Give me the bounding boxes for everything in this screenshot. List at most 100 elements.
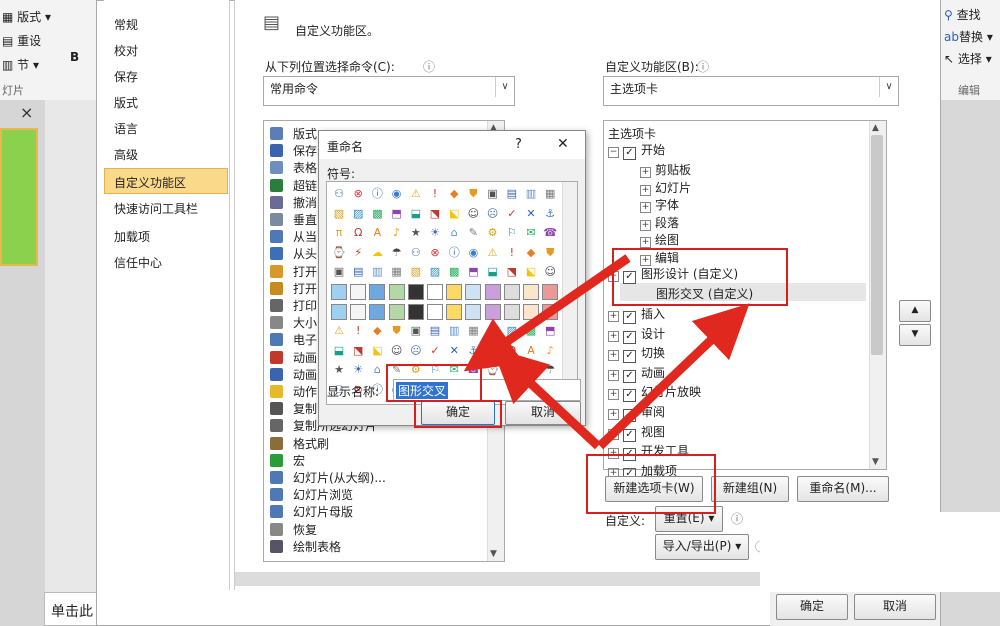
symbol-cell[interactable]: ▨ bbox=[427, 264, 443, 280]
symbol-cell[interactable]: ▣ bbox=[331, 264, 347, 280]
command-item[interactable]: 绘制表格 bbox=[270, 538, 341, 555]
move-down-button[interactable]: ▼ bbox=[899, 324, 931, 346]
symbol-cell[interactable]: Ω bbox=[504, 343, 520, 359]
click-to-add-placeholder[interactable]: 单击此 bbox=[44, 592, 104, 626]
replace-button[interactable]: ab替换 ▾ bbox=[944, 28, 993, 45]
command-item[interactable]: 宏 bbox=[270, 452, 305, 469]
symbol-cell[interactable]: ▧ bbox=[408, 264, 424, 280]
symbol-cell[interactable]: ▧ bbox=[485, 323, 501, 339]
expand-icon[interactable]: + bbox=[640, 184, 651, 196]
close-icon[interactable]: ✕ bbox=[557, 136, 569, 152]
symbol-cell[interactable] bbox=[542, 303, 559, 320]
tree-group-item[interactable]: + 绘图 bbox=[640, 231, 679, 249]
category-advanced[interactable]: 高级 bbox=[114, 146, 138, 163]
symbol-cell[interactable]: ♪ bbox=[542, 343, 558, 359]
symbol-cell[interactable]: ▩ bbox=[523, 323, 539, 339]
symbol-cell[interactable]: ▧ bbox=[331, 206, 347, 222]
symbol-cell[interactable]: ⬓ bbox=[331, 343, 347, 359]
symbol-cell[interactable]: ✓ bbox=[427, 343, 443, 359]
tree-tab-item[interactable]: + ✓ 设计 bbox=[608, 325, 665, 344]
slide-thumbnail[interactable] bbox=[0, 128, 38, 266]
symbol-cell[interactable]: ! bbox=[427, 186, 443, 202]
category-addins[interactable]: 加载项 bbox=[114, 228, 150, 245]
symbol-cell[interactable]: ⚡ bbox=[350, 245, 366, 261]
expand-icon[interactable]: + bbox=[608, 409, 619, 420]
symbol-cell[interactable]: ⬒ bbox=[465, 264, 481, 280]
tree-tab-item[interactable]: + ✓ 切换 bbox=[608, 344, 665, 364]
symbol-cell[interactable]: ⚇ bbox=[331, 186, 347, 202]
command-item[interactable]: 大小 bbox=[270, 314, 317, 331]
symbol-cell[interactable]: ▤ bbox=[504, 186, 520, 202]
symbol-cell[interactable] bbox=[465, 303, 482, 320]
symbol-cell[interactable]: ☹ bbox=[408, 343, 424, 359]
help-icon[interactable]: ? bbox=[515, 137, 522, 152]
find-button[interactable]: ⚲ 查找 bbox=[944, 6, 981, 23]
symbol-cell[interactable]: ▤ bbox=[350, 264, 366, 280]
symbol-cell[interactable]: ⚓ bbox=[465, 343, 481, 359]
command-item[interactable]: 恢复 bbox=[270, 521, 317, 538]
symbol-cell[interactable]: ▤ bbox=[427, 323, 443, 339]
symbol-cell[interactable]: ☎ bbox=[542, 225, 558, 241]
symbol-cell[interactable]: ▥ bbox=[369, 264, 385, 280]
symbol-cell[interactable]: ⊗ bbox=[427, 245, 443, 261]
tree-scrollbar[interactable]: ▲ ▼ bbox=[869, 121, 886, 469]
symbol-cell[interactable] bbox=[369, 303, 386, 320]
symbol-cell[interactable]: ⓘ bbox=[369, 186, 385, 202]
symbol-cell[interactable] bbox=[331, 303, 347, 320]
expand-icon[interactable]: + bbox=[640, 202, 651, 214]
command-item[interactable]: 从头 bbox=[270, 245, 317, 262]
symbol-cell[interactable] bbox=[484, 303, 501, 320]
chevron-down-icon[interactable]: ∨ bbox=[495, 77, 514, 97]
tree-tab-item[interactable]: + ✓ 视图 bbox=[608, 423, 665, 442]
symbol-cell[interactable]: ⌚ bbox=[485, 362, 501, 378]
symbol-cell[interactable]: ⬒ bbox=[542, 323, 558, 339]
options-cancel-button[interactable]: 取消 bbox=[854, 594, 936, 620]
symbol-cell[interactable]: ◆ bbox=[369, 323, 385, 339]
new-group-button[interactable]: 新建组(N) bbox=[711, 476, 789, 502]
symbol-cell[interactable]: ⓘ bbox=[446, 245, 462, 261]
category-trust-center[interactable]: 信任中心 bbox=[114, 254, 162, 271]
command-item[interactable]: 幻灯片浏览 bbox=[270, 486, 353, 503]
command-item[interactable]: 打开 bbox=[270, 263, 317, 280]
symbol-cell[interactable] bbox=[523, 303, 539, 320]
checkbox-icon[interactable]: ✓ bbox=[623, 330, 636, 344]
symbol-cell[interactable]: A bbox=[369, 225, 385, 241]
symbol-cell[interactable]: ⚇ bbox=[408, 245, 424, 261]
options-ok-button[interactable]: 确定 bbox=[776, 594, 848, 620]
symbol-cell[interactable]: π bbox=[485, 343, 501, 359]
checkbox-icon[interactable]: ✓ bbox=[623, 311, 636, 324]
expand-icon[interactable]: + bbox=[608, 350, 619, 362]
checkbox-icon[interactable]: ✓ bbox=[623, 389, 636, 403]
symbol-cell[interactable] bbox=[407, 303, 424, 320]
category-save[interactable]: 保存 bbox=[114, 68, 138, 85]
symbol-cell[interactable]: ◉ bbox=[465, 245, 481, 261]
symbol-cell[interactable]: A bbox=[523, 343, 539, 359]
command-item[interactable]: 超链 bbox=[270, 177, 317, 194]
rename-cancel-button[interactable]: 取消 bbox=[505, 401, 581, 425]
symbol-cell[interactable]: ⚠ bbox=[331, 323, 347, 339]
command-item[interactable]: 表格 bbox=[270, 159, 317, 176]
symbol-cell[interactable] bbox=[503, 303, 520, 320]
command-item[interactable]: 幻灯片母版 bbox=[270, 503, 353, 520]
bold-button[interactable]: B bbox=[70, 50, 79, 64]
symbol-cell[interactable]: π bbox=[331, 225, 347, 241]
checkbox-icon[interactable]: ✓ bbox=[623, 428, 636, 442]
command-item[interactable]: 动画 bbox=[270, 349, 317, 366]
import-export-button[interactable]: 导入/导出(P) ▾ bbox=[655, 534, 749, 560]
symbol-cell[interactable] bbox=[350, 303, 367, 320]
symbol-cell[interactable]: ▣ bbox=[408, 323, 424, 339]
symbol-cell[interactable]: ⚠ bbox=[485, 245, 501, 261]
expand-icon[interactable]: + bbox=[608, 369, 619, 381]
command-item[interactable]: 从当 bbox=[270, 228, 317, 245]
symbol-cell[interactable]: ▨ bbox=[504, 323, 520, 339]
symbol-cell[interactable]: ▩ bbox=[446, 264, 462, 280]
command-item[interactable]: 打印 bbox=[270, 297, 317, 314]
tree-group-item[interactable]: + 字体 bbox=[640, 196, 679, 214]
expand-icon[interactable]: + bbox=[608, 428, 619, 440]
symbol-cell[interactable]: ▦ bbox=[465, 323, 481, 339]
command-item[interactable]: 复制 bbox=[270, 400, 317, 417]
symbol-cell[interactable]: ♪ bbox=[389, 225, 405, 241]
tree-tab-item[interactable]: + ✓ 审阅 bbox=[608, 403, 665, 422]
symbol-cell[interactable]: ⚐ bbox=[504, 225, 520, 241]
symbol-cell[interactable]: ▣ bbox=[485, 186, 501, 202]
